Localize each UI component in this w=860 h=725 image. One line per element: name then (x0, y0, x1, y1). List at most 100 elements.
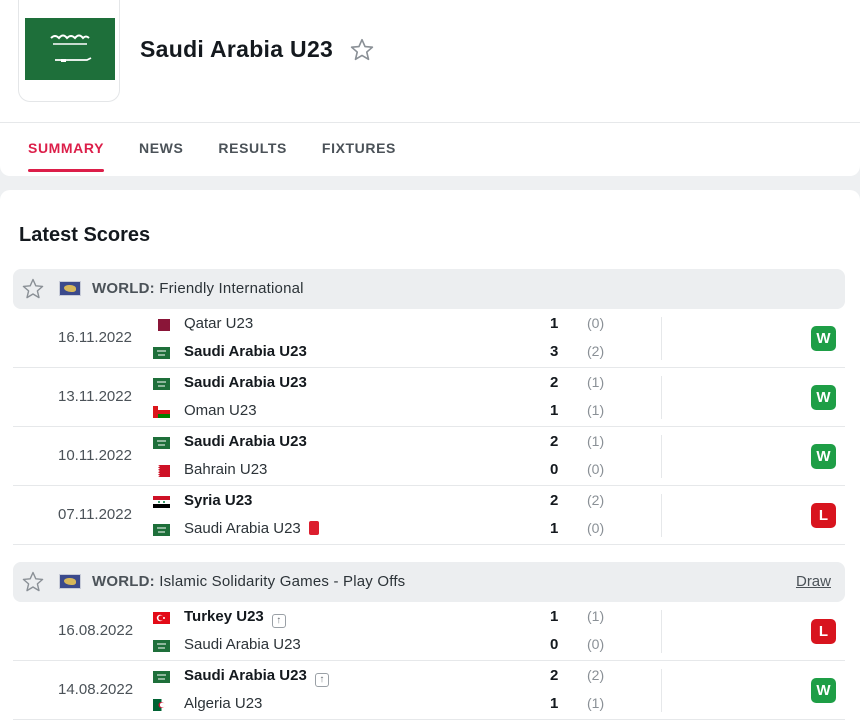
score: 1 (550, 520, 559, 537)
home-team: Syria U23 2 (2) (153, 492, 633, 512)
home-team: Saudi Arabia U23 2 (1) (153, 374, 633, 394)
saudi-flag-icon (153, 523, 170, 536)
score: 3 (550, 343, 559, 360)
halftime-score: (2) (587, 667, 605, 683)
latest-scores-panel: Latest Scores WORLD: Friendly Internatio… (0, 190, 860, 725)
section-title: Latest Scores (19, 224, 151, 246)
team-name: Saudi Arabia U23 ↑ (184, 667, 329, 687)
syria-flag-icon (153, 495, 170, 508)
red-card-icon (308, 521, 319, 535)
column-divider (661, 317, 662, 360)
away-team: Saudi Arabia U23 1 (0) (153, 520, 633, 540)
tab-summary[interactable]: SUMMARY (28, 140, 105, 172)
result-badge: W (811, 678, 836, 703)
score: 2 (550, 492, 559, 509)
score: 2 (550, 667, 559, 684)
score: 0 (550, 636, 559, 653)
halftime-score: (2) (587, 343, 605, 359)
home-team: Saudi Arabia U23 2 (1) (153, 433, 633, 453)
team-name: Saudi Arabia U23 (184, 520, 319, 537)
tab-news[interactable]: NEWS (139, 140, 183, 156)
match-row[interactable]: 16.08.2022 Turkey U23 ↑ 1 (1) Saudi Arabia U2… (13, 602, 845, 661)
column-divider (661, 494, 662, 537)
league-name[interactable]: WORLD: Islamic Solidarity Games - Play O… (92, 573, 405, 590)
favorite-star-icon[interactable] (349, 37, 375, 68)
match-date: 10.11.2022 (58, 447, 132, 464)
halftime-score: (0) (587, 636, 605, 652)
saudi-flag-icon (25, 18, 115, 80)
match-date: 07.11.2022 (58, 506, 132, 523)
team-name: Bahrain U23 (184, 461, 268, 478)
match-row[interactable]: 16.11.2022 Qatar U23 1 (0) Saudi Arabia U23 3… (13, 309, 845, 368)
halftime-score: (1) (587, 374, 605, 390)
match-row[interactable]: 14.08.2022 Saudi Arabia U23 ↑ 2 (2) Algeria U… (13, 661, 845, 720)
result-badge: L (811, 503, 836, 528)
halftime-score: (0) (587, 520, 605, 536)
team-name: Saudi Arabia U23 (184, 433, 307, 450)
home-team: Turkey U23 ↑ 1 (1) (153, 608, 633, 628)
score: 2 (550, 374, 559, 391)
team-name: Algeria U23 (184, 695, 263, 712)
team-name: Saudi Arabia U23 (184, 374, 307, 391)
algeria-flag-icon (153, 698, 170, 711)
result-badge: W (811, 444, 836, 469)
tab-bar: SUMMARY NEWS RESULTS FIXTURES (28, 140, 431, 172)
league-header: WORLD: Islamic Solidarity Games - Play O… (13, 562, 845, 602)
saudi-flag-icon (153, 436, 170, 449)
column-divider (661, 376, 662, 419)
tab-fixtures[interactable]: FIXTURES (322, 140, 396, 156)
column-divider (661, 610, 662, 653)
team-header: Saudi Arabia U23 SUMMARY NEWS RESULTS FI… (0, 0, 860, 176)
away-team: Bahrain U23 0 (0) (153, 461, 633, 481)
header-divider (0, 122, 860, 123)
match-row[interactable]: 13.11.2022 Saudi Arabia U23 2 (1) Oman U23 1 (… (13, 368, 845, 427)
home-team: Saudi Arabia U23 ↑ 2 (2) (153, 667, 633, 687)
team-name: Saudi Arabia U23 (184, 636, 301, 653)
match-date: 13.11.2022 (58, 388, 132, 405)
draw-link[interactable]: Draw (796, 573, 831, 590)
result-badge: L (811, 619, 836, 644)
qatar-flag-icon (153, 318, 170, 331)
turkey-flag-icon (153, 611, 170, 624)
league-header: WORLD: Friendly International (13, 269, 845, 309)
tab-results[interactable]: RESULTS (218, 140, 287, 156)
away-team: Saudi Arabia U23 3 (2) (153, 343, 633, 363)
result-badge: W (811, 385, 836, 410)
team-name: Saudi Arabia U23 (184, 343, 307, 360)
league-name[interactable]: WORLD: Friendly International (92, 280, 304, 297)
column-divider (661, 435, 662, 478)
advanced-arrow-icon: ↑ (314, 673, 329, 687)
saudi-flag-icon (153, 346, 170, 359)
away-team: Saudi Arabia U23 0 (0) (153, 636, 633, 656)
away-team: Algeria U23 1 (1) (153, 695, 633, 715)
team-name: Syria U23 (184, 492, 253, 509)
halftime-score: (1) (587, 608, 605, 624)
score: 1 (550, 608, 559, 625)
score: 0 (550, 461, 559, 478)
saudi-flag-icon (153, 639, 170, 652)
halftime-score: (0) (587, 461, 605, 477)
halftime-score: (0) (587, 315, 605, 331)
team-name: Turkey U23 ↑ (184, 608, 286, 628)
match-date: 16.08.2022 (58, 622, 134, 639)
match-row[interactable]: 10.11.2022 Saudi Arabia U23 2 (1) Bahrain U2… (13, 427, 845, 486)
world-flag-icon (59, 281, 81, 296)
halftime-score: (1) (587, 433, 605, 449)
halftime-score: (1) (587, 695, 605, 711)
world-flag-icon (59, 574, 81, 589)
league-favorite-star-icon[interactable] (21, 277, 45, 306)
saudi-flag-icon (153, 377, 170, 390)
league-favorite-star-icon[interactable] (21, 570, 45, 599)
away-team: Oman U23 1 (1) (153, 402, 633, 422)
team-name: Oman U23 (184, 402, 257, 419)
match-date: 14.08.2022 (58, 681, 134, 698)
score: 1 (550, 695, 559, 712)
page-title: Saudi Arabia U23 (140, 36, 334, 62)
oman-flag-icon (153, 405, 170, 418)
bahrain-flag-icon (153, 464, 170, 477)
score: 1 (550, 315, 559, 332)
halftime-score: (2) (587, 492, 605, 508)
team-name: Qatar U23 (184, 315, 254, 332)
score: 1 (550, 402, 559, 419)
match-row[interactable]: 07.11.2022 Syria U23 2 (2) Saudi Arabia U23 1… (13, 486, 845, 545)
